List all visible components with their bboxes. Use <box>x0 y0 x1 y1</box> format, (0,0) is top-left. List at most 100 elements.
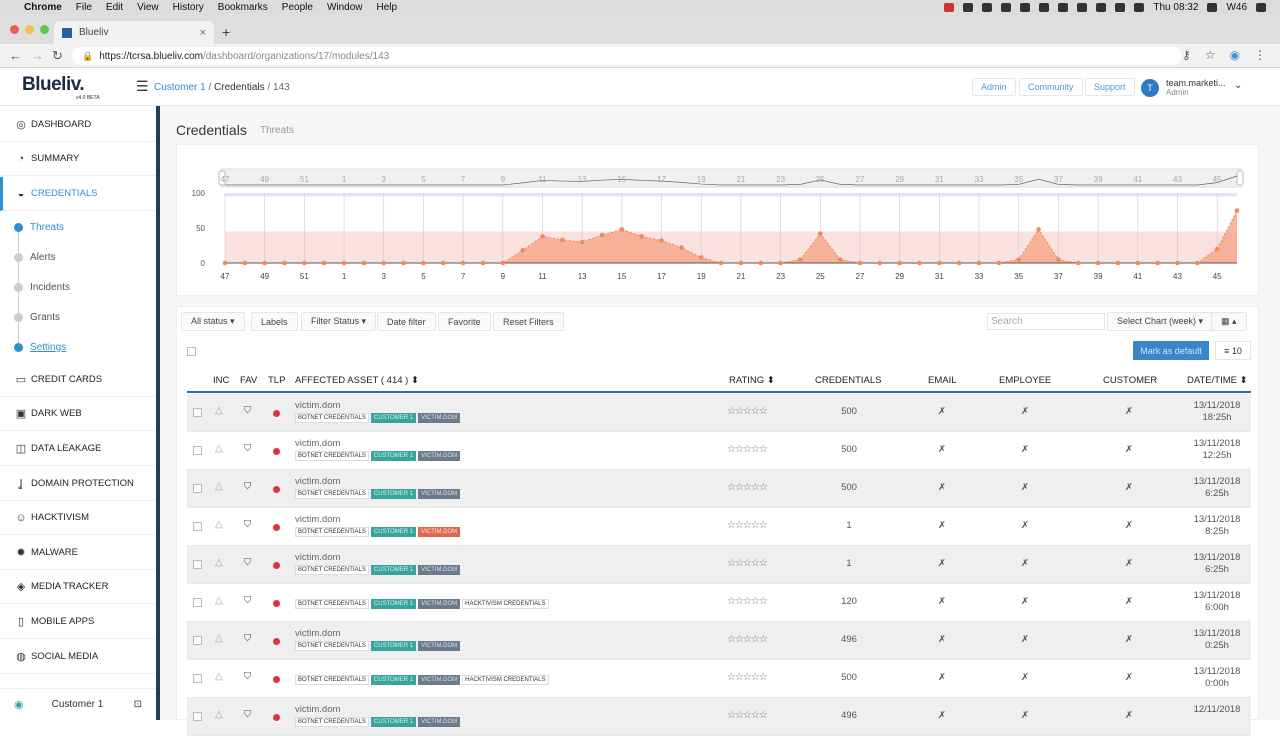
list-icon[interactable] <box>1256 2 1266 12</box>
row-checkbox[interactable] <box>193 560 202 569</box>
sidebar-subitem-grants[interactable]: Grants <box>0 302 156 332</box>
affected-asset[interactable]: victim.dom BOTNET CREDENTIALS CUSTOMER 1V… <box>295 476 461 499</box>
data-point[interactable] <box>718 260 724 266</box>
data-point[interactable] <box>877 260 883 266</box>
tag-label[interactable]: VICTIM.DOM <box>418 717 461 727</box>
data-point[interactable] <box>500 260 506 266</box>
sidebar-subitem-threats[interactable]: Threats <box>0 212 156 242</box>
cloud-icon[interactable] <box>963 2 974 12</box>
menu-people[interactable]: People <box>282 2 313 13</box>
affected-asset[interactable]: victim.dom BOTNET CREDENTIALS CUSTOMER 1V… <box>295 438 461 461</box>
row-checkbox[interactable] <box>193 598 202 607</box>
data-point[interactable] <box>302 260 307 266</box>
community-button[interactable]: Community <box>1019 78 1083 96</box>
affected-asset[interactable]: victim.dom BOTNET CREDENTIALS CUSTOMER 1V… <box>295 400 461 423</box>
tab-threats[interactable]: Threats <box>260 125 294 136</box>
warning-icon[interactable]: △ <box>215 671 223 682</box>
sidebar-item-data-leakage[interactable]: ◫ Data Leakage <box>0 432 156 466</box>
favorite-button[interactable]: Favorite <box>438 312 491 331</box>
tag-label[interactable]: HACKTIVISM CREDENTIALS <box>462 675 549 685</box>
data-point[interactable] <box>361 260 367 266</box>
asset-name[interactable]: victim.dom <box>295 704 460 715</box>
chart-type-dropdown[interactable]: ▦ ▴ <box>1211 312 1247 331</box>
row-checkbox[interactable] <box>193 408 202 417</box>
menu-view[interactable]: View <box>137 2 159 13</box>
col-email[interactable]: EMAIL <box>928 375 957 386</box>
network-label[interactable]: W46 <box>1226 2 1247 13</box>
data-point[interactable] <box>401 260 406 266</box>
row-checkbox[interactable] <box>193 522 202 531</box>
bookmark-icon[interactable]: ⛉ <box>244 557 251 568</box>
table-row[interactable]: △ ⛉ victim.dom BOTNET CREDENTIALS CUSTOME… <box>187 508 1251 546</box>
forward-arrow-icon[interactable]: → <box>31 48 44 63</box>
data-point[interactable] <box>480 260 486 266</box>
tag-label[interactable]: BOTNET CREDENTIALS <box>295 565 369 575</box>
customer-selector[interactable]: ◉ Customer 1 ⊡ <box>0 688 156 720</box>
affected-asset[interactable]: victim.dom BOTNET CREDENTIALS CUSTOMER 1V… <box>295 552 461 575</box>
close-window-button[interactable] <box>10 25 19 34</box>
warning-icon[interactable]: △ <box>215 481 223 492</box>
tag-label[interactable]: CUSTOMER 1 <box>370 641 417 651</box>
data-point[interactable] <box>798 257 803 262</box>
asset-name[interactable]: victim.dom <box>295 476 460 487</box>
warning-icon[interactable]: △ <box>215 519 223 530</box>
data-point[interactable] <box>1214 246 1220 252</box>
data-point[interactable] <box>282 260 287 266</box>
bookmark-icon[interactable]: ⛉ <box>244 405 251 416</box>
filter-status-dropdown[interactable]: Filter Status ▾ <box>301 312 377 331</box>
data-point[interactable] <box>1175 260 1180 266</box>
bookmark-star-icon[interactable]: ☆ <box>1205 48 1216 62</box>
browser-tab[interactable]: Blueliv × <box>54 21 214 44</box>
table-row[interactable]: △ ⛉ victim.dom BOTNET CREDENTIALS CUSTOME… <box>187 698 1251 736</box>
warning-icon[interactable]: △ <box>215 595 223 606</box>
data-point[interactable] <box>1056 257 1061 262</box>
navigator-strip[interactable] <box>220 168 1242 188</box>
warning-icon[interactable]: △ <box>215 709 223 720</box>
data-point[interactable] <box>1234 208 1240 213</box>
tag-label[interactable]: VICTIM.DOM <box>418 599 461 609</box>
bluetooth-icon[interactable] <box>1096 2 1107 12</box>
threats-chart[interactable]: 47 49 51 1 3 5 7 9 11 13 15 17 19 21 23 25 27 29 31 33 35 37 3… <box>177 145 1260 297</box>
col-rating[interactable]: RATING ⬍ <box>729 375 775 386</box>
sidebar-item-hacktivism[interactable]: ☺ Hacktivism <box>0 501 156 535</box>
col-credentials[interactable]: CREDENTIALS <box>815 375 882 386</box>
extension-icon[interactable]: ◉ <box>1230 48 1240 62</box>
breadcrumb-module[interactable]: Credentials <box>214 82 265 93</box>
tag-label[interactable]: VICTIM.DOM <box>418 641 461 651</box>
tag-label[interactable]: CUSTOMER 1 <box>370 413 417 423</box>
data-point[interactable] <box>1115 260 1121 266</box>
sidebar-item-credit-cards[interactable]: ▭ Credit Cards <box>0 363 156 397</box>
data-point[interactable] <box>560 237 565 243</box>
sidebar-item-credentials[interactable]: ◒ Credentials <box>0 177 156 211</box>
select-all-checkbox[interactable] <box>187 347 196 356</box>
data-point[interactable] <box>540 234 545 239</box>
affected-asset[interactable]: BOTNET CREDENTIALS CUSTOMER 1 VICTIM.DOM HA… <box>295 673 549 685</box>
bookmark-icon[interactable]: ⛉ <box>244 481 251 492</box>
data-point[interactable] <box>440 260 446 266</box>
table-row[interactable]: △ ⛉ BOTNET CREDENTIALS CUSTOMER 1 VICTIM.D… <box>187 660 1251 698</box>
sidebar-item-social-media[interactable]: ◍ Social Media <box>0 640 156 674</box>
menu-window[interactable]: Window <box>327 2 363 13</box>
data-point[interactable] <box>520 248 525 253</box>
row-checkbox[interactable] <box>193 446 202 455</box>
minimize-window-button[interactable] <box>25 25 34 34</box>
data-point[interactable] <box>222 260 228 266</box>
tag-label[interactable]: CUSTOMER 1 <box>370 675 417 685</box>
tag-label[interactable]: VICTIM.DOM <box>418 527 461 537</box>
rating-stars-icon[interactable]: ☆☆☆☆☆ <box>727 482 768 493</box>
row-checkbox[interactable] <box>193 484 202 493</box>
tag-label[interactable]: BOTNET CREDENTIALS <box>295 527 369 537</box>
tag-label[interactable]: BOTNET CREDENTIALS <box>295 641 369 651</box>
back-arrow-icon[interactable]: ← <box>9 48 22 63</box>
bookmark-icon[interactable]: ⛉ <box>244 671 251 682</box>
menu-bookmarks[interactable]: Bookmarks <box>218 2 268 13</box>
navigator-right-handle[interactable] <box>1236 170 1244 186</box>
data-point[interactable] <box>1095 260 1101 266</box>
bookmark-icon[interactable]: ⛉ <box>244 519 251 530</box>
warning-icon[interactable]: △ <box>215 633 223 644</box>
tag-label[interactable]: BOTNET CREDENTIALS <box>295 599 369 609</box>
table-row[interactable]: △ ⛉ BOTNET CREDENTIALS CUSTOMER 1 VICTIM.D… <box>187 584 1251 622</box>
wifi-icon[interactable] <box>1207 2 1218 12</box>
tag-label[interactable]: CUSTOMER 1 <box>370 717 417 727</box>
data-point[interactable] <box>956 260 962 266</box>
